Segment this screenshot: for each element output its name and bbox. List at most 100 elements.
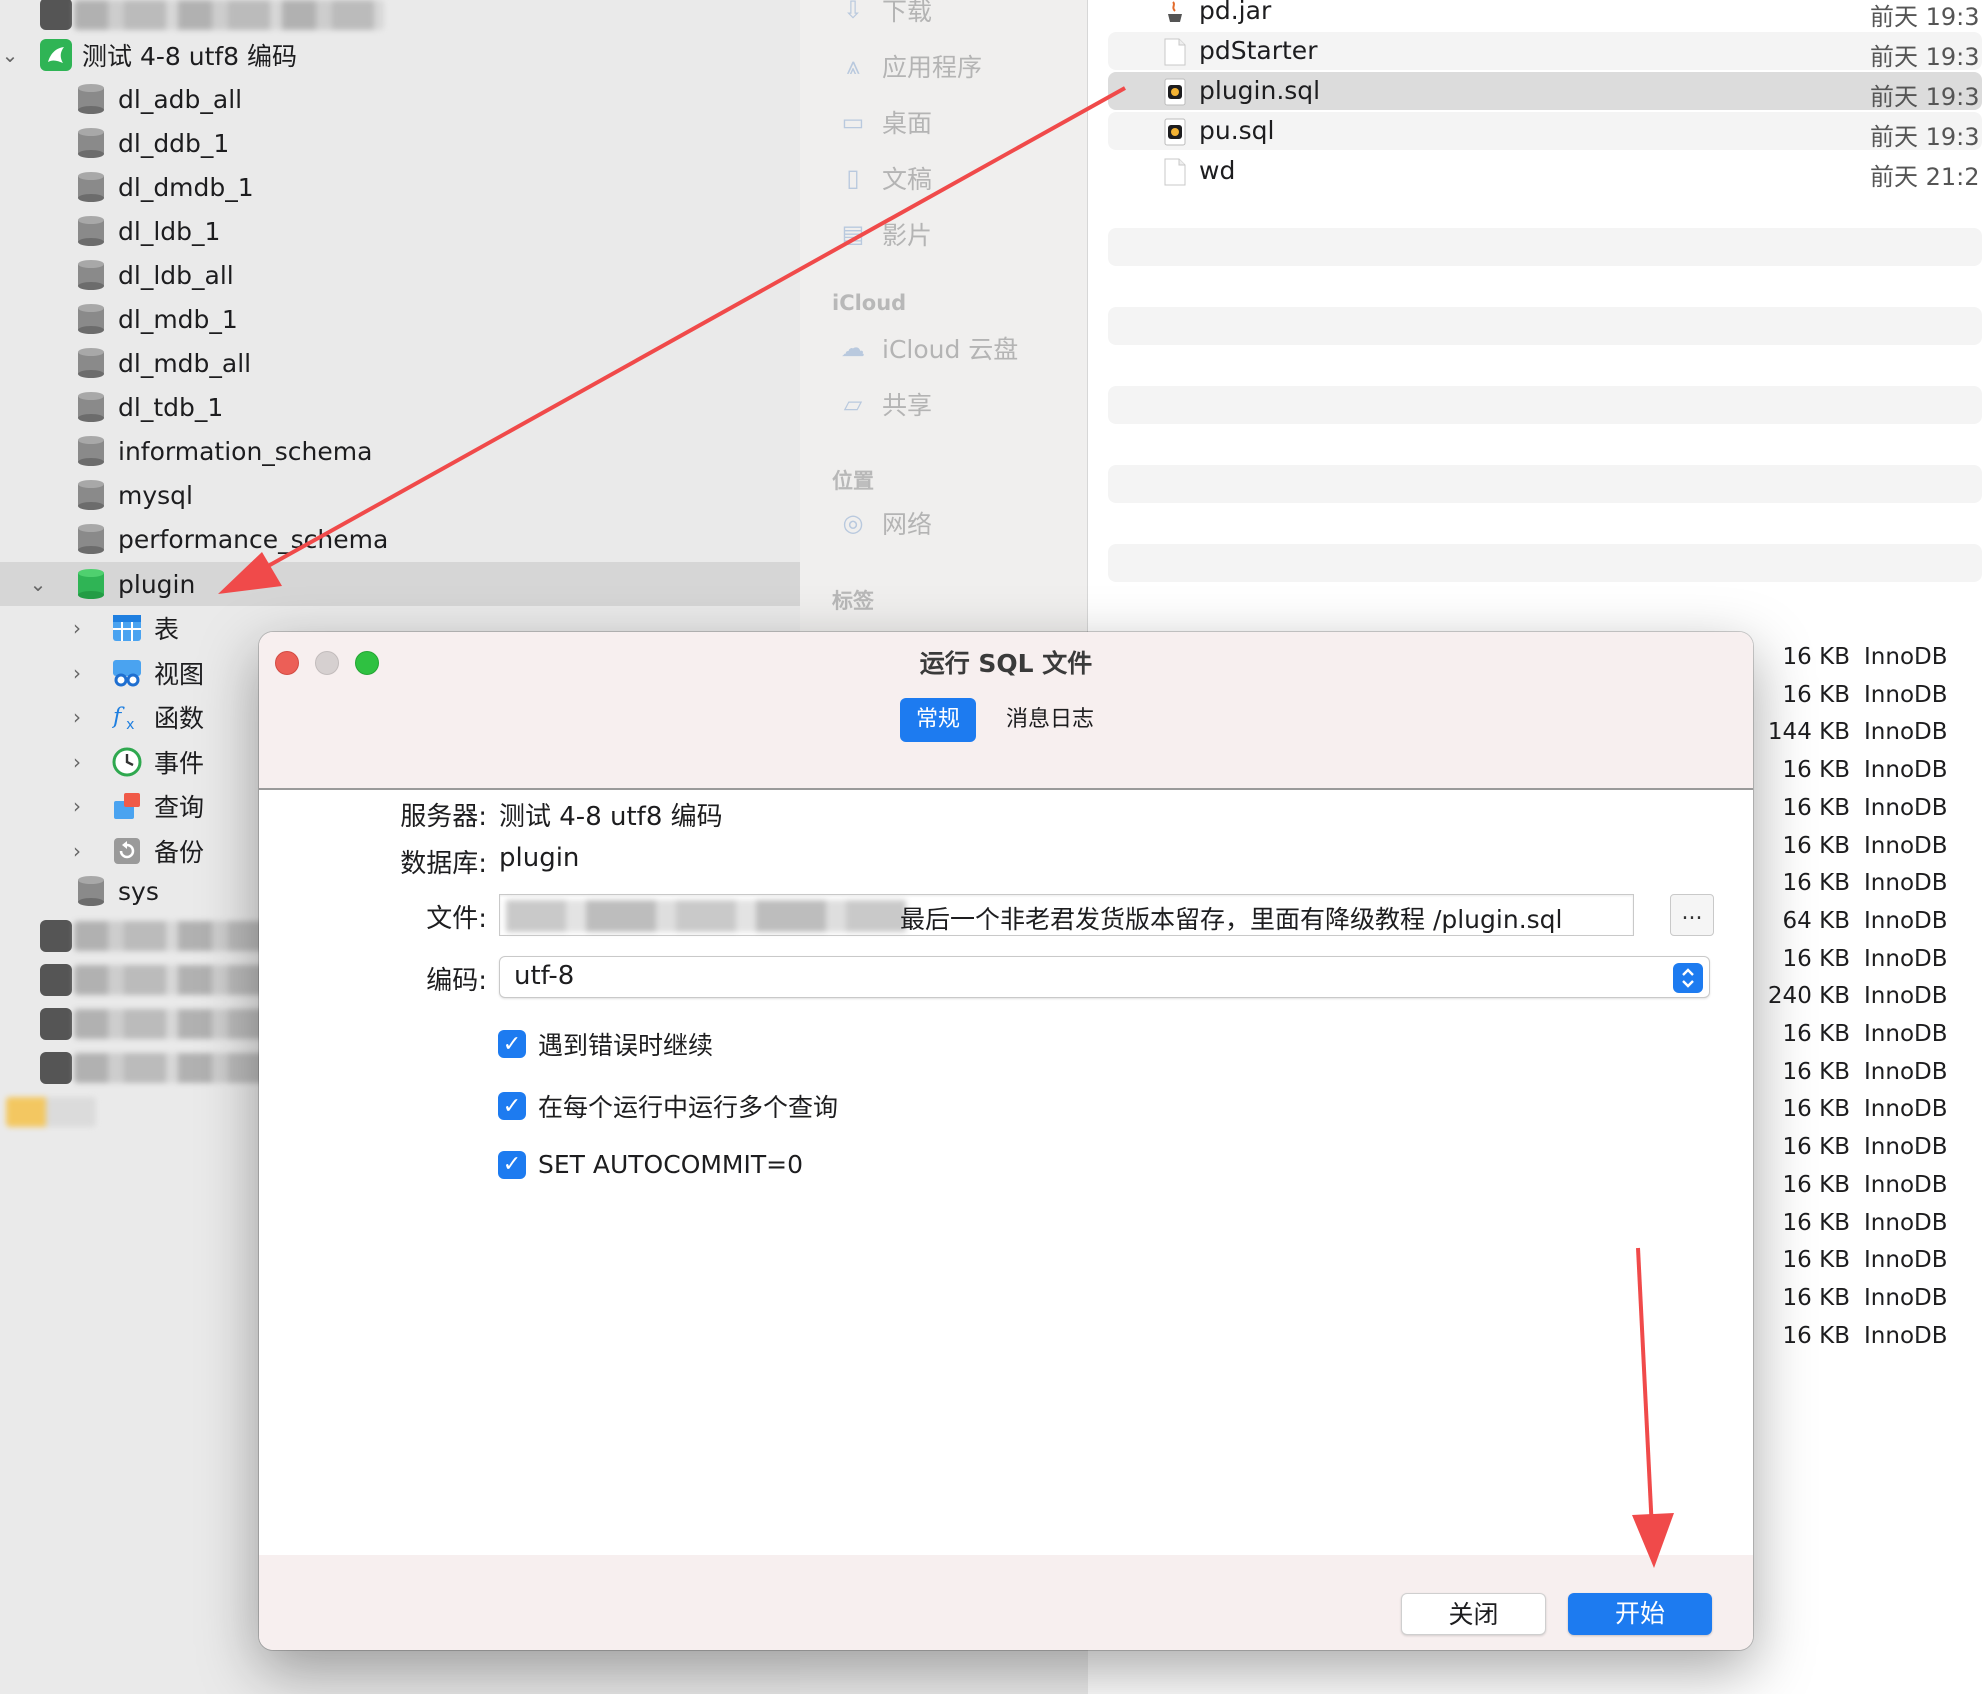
- database-icon: [78, 876, 104, 906]
- table-size: 16 KB: [1782, 757, 1850, 784]
- option-multiple-queries[interactable]: ✓ 在每个运行中运行多个查询: [498, 1088, 838, 1124]
- sidebar-item-label: 文稿: [882, 165, 933, 194]
- applications-icon: ⩓: [846, 52, 860, 80]
- blurred-connection-name: [74, 921, 274, 951]
- chevron-right-icon[interactable]: ›: [67, 705, 87, 729]
- redis-connection-icon: [40, 1052, 72, 1084]
- table-row[interactable]: 144 KB InnoDB: [1740, 719, 1982, 751]
- table-row[interactable]: 16 KB InnoDB: [1740, 644, 1982, 676]
- database-name: dl_mdb_1: [118, 304, 238, 334]
- chevron-right-icon[interactable]: ›: [67, 839, 87, 863]
- table-engine: InnoDB: [1864, 983, 1948, 1010]
- sidebar-item[interactable]: ▤ 影片: [836, 216, 932, 252]
- tree-row-database[interactable]: dl_mdb_1: [0, 297, 800, 341]
- table-row[interactable]: 16 KB InnoDB: [1740, 1285, 1982, 1317]
- table-row[interactable]: 16 KB InnoDB: [1740, 1134, 1982, 1166]
- checkbox-checked-icon[interactable]: ✓: [498, 1150, 526, 1179]
- file-name: pu.sql: [1199, 116, 1275, 145]
- file-row[interactable]: plugin.sql 前天 19:3: [1108, 72, 1982, 111]
- database-name: performance_schema: [118, 524, 389, 554]
- table-row[interactable]: 240 KB InnoDB: [1740, 983, 1982, 1015]
- server-label: 服务器:: [400, 802, 487, 832]
- database-name: dl_mdb_all: [118, 348, 252, 378]
- sidebar-item[interactable]: ◎ 网络: [836, 505, 933, 541]
- table-row[interactable]: 16 KB InnoDB: [1740, 1323, 1982, 1355]
- table-row[interactable]: 16 KB InnoDB: [1740, 1021, 1982, 1053]
- sidebar-item[interactable]: ⇩ 下载: [836, 0, 932, 28]
- chevron-right-icon[interactable]: ›: [67, 794, 87, 818]
- close-button[interactable]: 关闭: [1401, 1593, 1546, 1635]
- table-row[interactable]: 16 KB InnoDB: [1740, 1172, 1982, 1204]
- tree-row-database[interactable]: dl_tdb_1: [0, 385, 800, 429]
- tree-row-database[interactable]: mysql: [0, 473, 800, 517]
- table-row[interactable]: 16 KB InnoDB: [1740, 757, 1982, 789]
- checkbox-checked-icon[interactable]: ✓: [498, 1030, 526, 1058]
- empty-list-row: [1108, 307, 1982, 345]
- tree-row-database[interactable]: dl_ddb_1: [0, 121, 800, 165]
- table-row[interactable]: 16 KB InnoDB: [1740, 795, 1982, 827]
- sidebar-item[interactable]: ▭ 桌面: [836, 104, 932, 140]
- database-icon: [78, 392, 104, 422]
- tree-row-database-plugin[interactable]: ⌄ plugin: [0, 562, 800, 606]
- table-size: 16 KB: [1782, 870, 1850, 897]
- movies-icon: ▤: [841, 220, 865, 248]
- file-row[interactable]: wd 前天 21:2: [1108, 152, 1982, 191]
- tree-row-database[interactable]: dl_dmdb_1: [0, 165, 800, 209]
- option-autocommit[interactable]: ✓ SET AUTOCOMMIT=0: [498, 1150, 803, 1179]
- tree-row-connection[interactable]: ⌄ 测试 4-8 utf8 编码: [0, 33, 800, 77]
- table-row[interactable]: 16 KB InnoDB: [1740, 1096, 1982, 1128]
- encoding-label: 编码:: [426, 966, 487, 996]
- tree-row-database[interactable]: performance_schema: [0, 517, 800, 561]
- table-row[interactable]: 16 KB InnoDB: [1740, 833, 1982, 865]
- tree-row-database[interactable]: dl_mdb_all: [0, 341, 800, 385]
- table-engine: InnoDB: [1864, 681, 1948, 708]
- tab-general[interactable]: 常规: [900, 698, 977, 742]
- tree-row-database[interactable]: dl_ldb_all: [0, 253, 800, 297]
- tree-row-database[interactable]: dl_ldb_1: [0, 209, 800, 253]
- chevron-down-icon[interactable]: ⌄: [0, 43, 20, 67]
- file-name: pdStarter: [1199, 36, 1318, 65]
- database-name: mysql: [118, 480, 193, 510]
- table-engine: InnoDB: [1864, 870, 1948, 897]
- table-engine: InnoDB: [1864, 907, 1948, 934]
- sidebar-item[interactable]: ▱ 共享: [836, 386, 932, 422]
- sidebar-item[interactable]: ▯ 文稿: [836, 160, 932, 196]
- tree-row-blurred-connection[interactable]: [0, 0, 800, 36]
- table-row[interactable]: 64 KB InnoDB: [1740, 908, 1982, 940]
- chevron-right-icon[interactable]: ›: [67, 616, 87, 640]
- table-size: 16 KB: [1782, 681, 1850, 708]
- file-path-input[interactable]: 最后一个非老君发货版本留存，里面有降级教程 /plugin.sql: [499, 894, 1634, 936]
- database-name: plugin: [118, 569, 196, 599]
- file-row[interactable]: pdStarter 前天 19:3: [1108, 32, 1982, 71]
- table-row[interactable]: 16 KB InnoDB: [1740, 946, 1982, 978]
- database-icon: [78, 480, 104, 510]
- table-row[interactable]: 16 KB InnoDB: [1740, 1247, 1982, 1279]
- file-row[interactable]: pd.jar 前天 19:3: [1108, 0, 1982, 31]
- tree-row-database[interactable]: dl_adb_all: [0, 77, 800, 121]
- start-button[interactable]: 开始: [1568, 1593, 1712, 1635]
- table-row[interactable]: 16 KB InnoDB: [1740, 682, 1982, 714]
- encoding-select[interactable]: utf-8: [499, 956, 1710, 998]
- file-row[interactable]: pu.sql 前天 19:3: [1108, 112, 1982, 151]
- database-name: dl_adb_all: [118, 84, 243, 114]
- connection-name: 测试 4-8 utf8 编码: [82, 42, 298, 71]
- sql-file-icon: [1164, 78, 1186, 106]
- sidebar-item-label: iCloud 云盘: [882, 335, 1019, 364]
- database-icon: [78, 524, 104, 554]
- chevron-right-icon[interactable]: ›: [67, 661, 87, 685]
- option-continue-on-error[interactable]: ✓ 遇到错误时继续: [498, 1026, 713, 1062]
- chevron-right-icon[interactable]: ›: [67, 750, 87, 774]
- checkbox-checked-icon[interactable]: ✓: [498, 1092, 526, 1120]
- table-row[interactable]: 16 KB InnoDB: [1740, 1059, 1982, 1091]
- database-name: information_schema: [118, 436, 373, 466]
- tab-message-log[interactable]: 消息日志: [990, 698, 1110, 742]
- object-group-label: 事件: [154, 748, 205, 778]
- browse-file-button[interactable]: ...: [1670, 894, 1714, 936]
- chevron-down-icon[interactable]: ⌄: [28, 572, 48, 596]
- table-row[interactable]: 16 KB InnoDB: [1740, 870, 1982, 902]
- sidebar-item[interactable]: ☁ iCloud 云盘: [836, 330, 1018, 366]
- sidebar-item[interactable]: ⩓ 应用程序: [836, 48, 982, 84]
- table-row[interactable]: 16 KB InnoDB: [1740, 1210, 1982, 1242]
- tree-row-database[interactable]: information_schema: [0, 429, 800, 473]
- file-path-value: 最后一个非老君发货版本留存，里面有降级教程 /plugin.sql: [900, 905, 1563, 934]
